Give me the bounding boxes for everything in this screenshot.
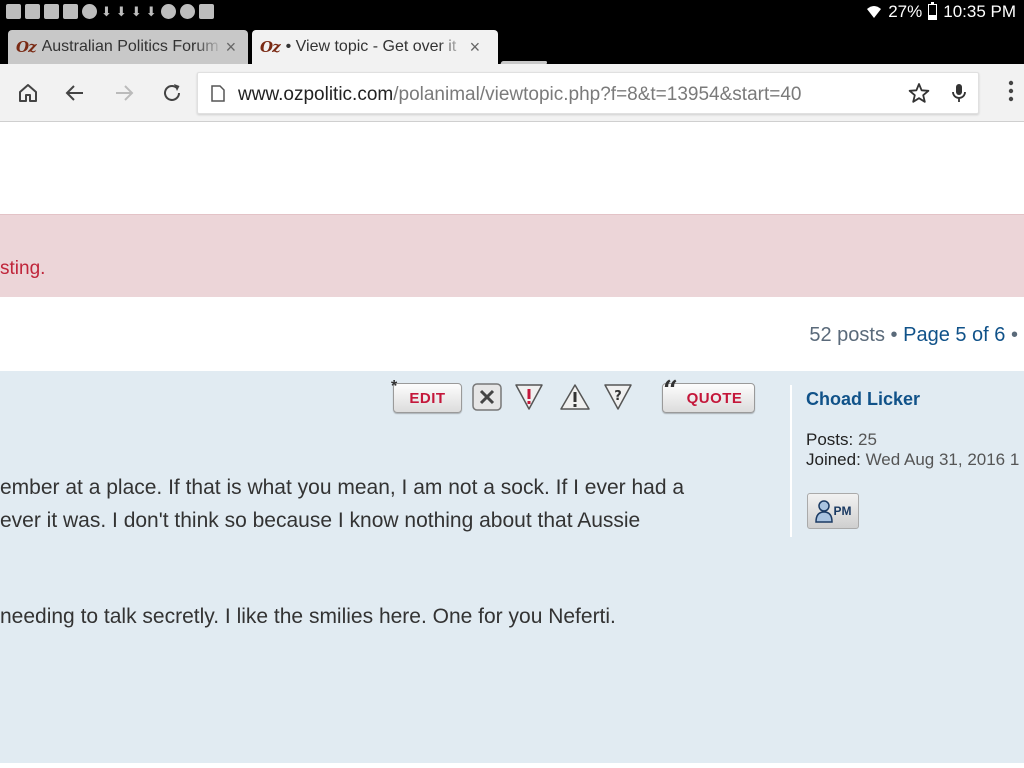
- delete-x-icon: [472, 383, 502, 411]
- reload-icon: [164, 84, 180, 101]
- post-divider: [0, 763, 1024, 768]
- quote-marks-icon: “: [663, 376, 678, 406]
- notice-banner: sting.: [0, 214, 1024, 297]
- posts-value: 25: [857, 430, 877, 449]
- app-icon: [160, 4, 176, 19]
- forward-arrow-icon: [116, 85, 134, 101]
- sync-icon: [82, 4, 97, 19]
- reload-button[interactable]: [157, 78, 187, 108]
- author-profile: Choad Licker Posts: 25 Joined: Wed Aug 3…: [790, 385, 1024, 537]
- camera-icon: [198, 4, 214, 19]
- forward-button[interactable]: [109, 78, 139, 108]
- download-icon: ⬇: [145, 4, 157, 19]
- tab-title: Australian Politics Forum: [41, 38, 219, 55]
- warn-button[interactable]: [513, 381, 545, 413]
- page-icon: [211, 85, 225, 107]
- joined-row: Joined: Wed Aug 31, 2016 1: [806, 450, 1024, 470]
- battery-icon: [928, 2, 938, 20]
- report-triangle-icon: [560, 384, 590, 410]
- edit-button[interactable]: * EDIT: [391, 378, 462, 413]
- edit-label: EDIT: [409, 389, 446, 407]
- svg-text:?: ?: [614, 389, 622, 404]
- notice-text: sting.: [0, 258, 46, 279]
- posts-label: Posts:: [806, 430, 854, 449]
- info-button[interactable]: ?: [602, 381, 634, 413]
- post-body: ember at a place. If that is what you me…: [0, 471, 684, 633]
- home-button[interactable]: [13, 78, 43, 108]
- post-line: ember at a place. If that is what you me…: [0, 476, 685, 499]
- pagination: 52 posts • Page 5 of 6 •: [809, 324, 1018, 347]
- news-icon: [25, 4, 40, 19]
- quote-button[interactable]: “ QUOTE: [662, 376, 755, 413]
- url-text[interactable]: www.ozpolitic.com/polanimal/viewtopic.ph…: [238, 84, 801, 106]
- post-count: 52 posts: [809, 324, 885, 346]
- close-tab-icon[interactable]: ×: [226, 37, 237, 58]
- pm-label: PM: [833, 504, 852, 518]
- download-icon: ⬇: [101, 4, 112, 19]
- joined-label: Joined:: [806, 450, 861, 469]
- tab-australian-politics-forum[interactable]: Oz Australian Politics Forum ×: [8, 30, 248, 64]
- status-bar: ⬇ ⬇ ⬇ ⬇ 27% 10:35 PM: [0, 0, 1024, 24]
- tab-strip: Oz Australian Politics Forum × Oz • View…: [0, 24, 1024, 81]
- warning-down-triangle-icon: [515, 384, 543, 410]
- page-content: sting. 52 posts • Page 5 of 6 • * EDIT ?…: [0, 122, 1024, 768]
- overflow-menu-icon[interactable]: [1008, 80, 1014, 107]
- author-name[interactable]: Choad Licker: [806, 389, 1024, 410]
- download-icon: ⬇: [115, 4, 127, 19]
- clock: 10:35 PM: [943, 2, 1016, 21]
- download-icon: ⬇: [130, 4, 142, 19]
- pagination-separator: •: [1010, 324, 1018, 346]
- joined-value: Wed Aug 31, 2016 1: [865, 450, 1020, 469]
- pagination-separator: •: [890, 324, 898, 346]
- tab-title: • View topic - Get over it: [285, 38, 457, 55]
- page-indicator[interactable]: Page 5 of 6: [903, 324, 1005, 346]
- news-icon: [6, 4, 21, 19]
- posts-row: Posts: 25: [806, 430, 1024, 450]
- post-line: ever it was. I don't think so because I …: [0, 509, 641, 532]
- oz-favicon-icon: Oz: [16, 38, 37, 56]
- back-arrow-icon: [65, 85, 83, 101]
- browser-toolbar: www.ozpolitic.com/polanimal/viewtopic.ph…: [0, 64, 1024, 122]
- pm-button[interactable]: PM: [807, 493, 859, 529]
- report-button[interactable]: [559, 381, 591, 413]
- app-icon: [44, 4, 59, 19]
- home-icon: [19, 84, 37, 102]
- user-icon: [814, 500, 833, 523]
- post-line: needing to talk secretly. I like the smi…: [0, 605, 616, 628]
- question-triangle-icon: ?: [604, 384, 632, 410]
- microphone-icon[interactable]: [948, 82, 970, 109]
- close-tab-icon[interactable]: ×: [470, 37, 481, 58]
- battery-percent: 27%: [888, 2, 923, 21]
- bookmark-star-icon[interactable]: [908, 82, 930, 109]
- wifi-icon: [866, 5, 882, 19]
- oz-favicon-icon: Oz: [260, 38, 281, 56]
- notification-icons: ⬇ ⬇ ⬇ ⬇: [6, 4, 214, 20]
- app-icon: [179, 4, 195, 19]
- asterisk-icon: *: [391, 378, 398, 395]
- post: * EDIT ? “ QUOTE ember at a place. If th…: [0, 371, 1024, 763]
- address-bar[interactable]: www.ozpolitic.com/polanimal/viewtopic.ph…: [197, 72, 979, 114]
- delete-button[interactable]: [471, 381, 503, 413]
- back-button[interactable]: [60, 78, 90, 108]
- quote-label: QUOTE: [686, 389, 743, 407]
- tab-view-topic[interactable]: Oz • View topic - Get over it ×: [252, 30, 498, 64]
- gmail-icon: [63, 4, 78, 19]
